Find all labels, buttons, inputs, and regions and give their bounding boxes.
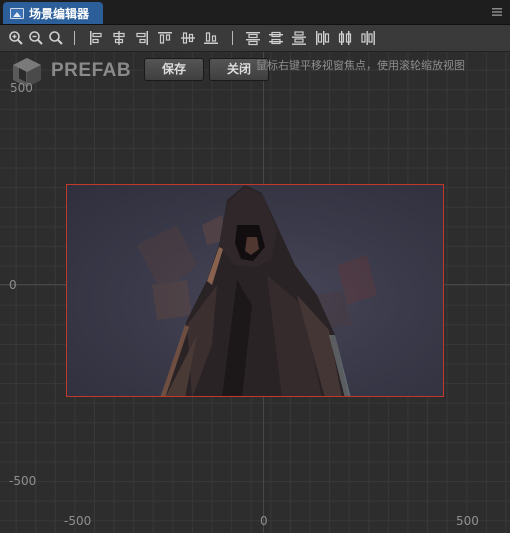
- distribute-right-icon[interactable]: [360, 30, 376, 46]
- x-axis-label-left: -500: [64, 514, 92, 528]
- tab-scene-editor[interactable]: 场景编辑器: [3, 2, 103, 24]
- align-left-icon[interactable]: [88, 30, 104, 46]
- y-axis-label-top: 500: [10, 81, 33, 95]
- zoom-in-icon[interactable]: [8, 30, 24, 46]
- align-top-icon[interactable]: [157, 30, 173, 46]
- align-vcenter-icon[interactable]: [180, 30, 196, 46]
- align-bottom-icon[interactable]: [203, 30, 219, 46]
- toolbar: [0, 25, 510, 52]
- tab-bar: 场景编辑器: [0, 0, 510, 25]
- distribute-vcenter-icon[interactable]: [268, 30, 284, 46]
- x-axis-label-right: 500: [456, 514, 479, 528]
- hamburger-menu-icon[interactable]: [491, 6, 503, 18]
- save-button[interactable]: 保存: [144, 58, 204, 81]
- toolbar-separator: [74, 31, 75, 45]
- scene-viewport[interactable]: PREFAB 保存 关闭 鼠标右键平移视窗焦点，使用滚轮缩放视图 500 0 -…: [0, 52, 510, 533]
- prefab-label: PREFAB: [51, 60, 132, 81]
- distribute-bottom-icon[interactable]: [291, 30, 307, 46]
- canvas-bounds[interactable]: [66, 184, 444, 397]
- toolbar-separator: [232, 31, 233, 45]
- scene-image-icon: [10, 7, 24, 19]
- align-right-icon[interactable]: [134, 30, 150, 46]
- zoom-out-icon[interactable]: [28, 30, 44, 46]
- hooded-figure-artwork: [137, 185, 377, 396]
- distribute-top-icon[interactable]: [245, 30, 261, 46]
- tab-title: 场景编辑器: [29, 6, 90, 21]
- align-hcenter-icon[interactable]: [111, 30, 127, 46]
- distribute-left-icon[interactable]: [314, 30, 330, 46]
- y-axis-label-zero: 0: [9, 278, 17, 292]
- zoom-reset-icon[interactable]: [48, 30, 64, 46]
- y-axis-label-bottom: -500: [9, 474, 37, 488]
- x-axis-label-zero: 0: [260, 514, 268, 528]
- navigation-hint: 鼠标右键平移视窗焦点，使用滚轮缩放视图: [256, 59, 465, 72]
- distribute-hcenter-icon[interactable]: [337, 30, 353, 46]
